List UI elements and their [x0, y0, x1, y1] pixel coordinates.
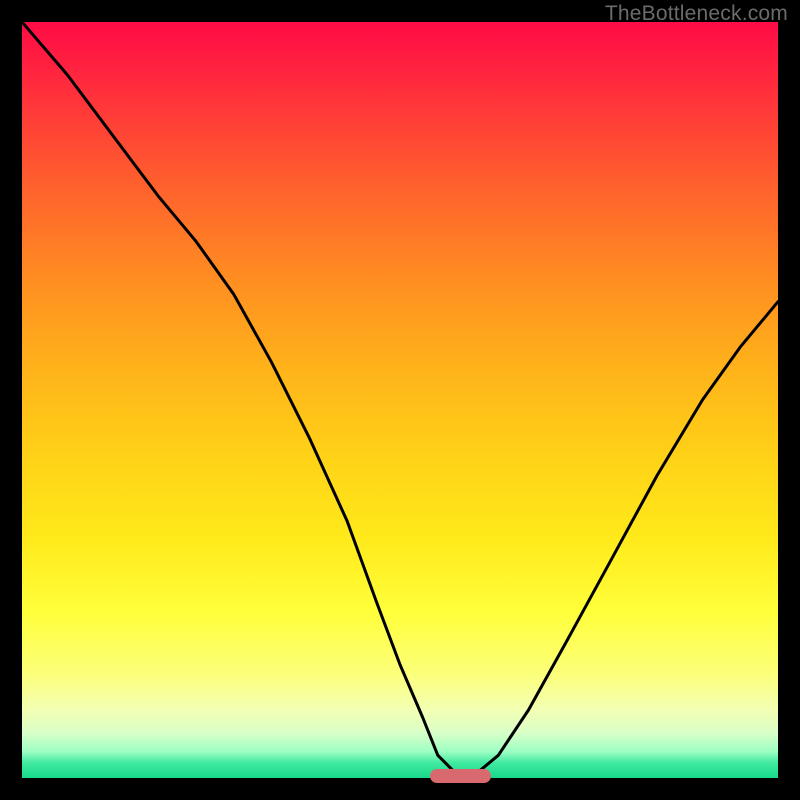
plot-area [22, 22, 778, 778]
chart-frame: TheBottleneck.com [0, 0, 800, 800]
bottleneck-curve [22, 22, 778, 778]
optimal-range-marker [430, 769, 490, 783]
